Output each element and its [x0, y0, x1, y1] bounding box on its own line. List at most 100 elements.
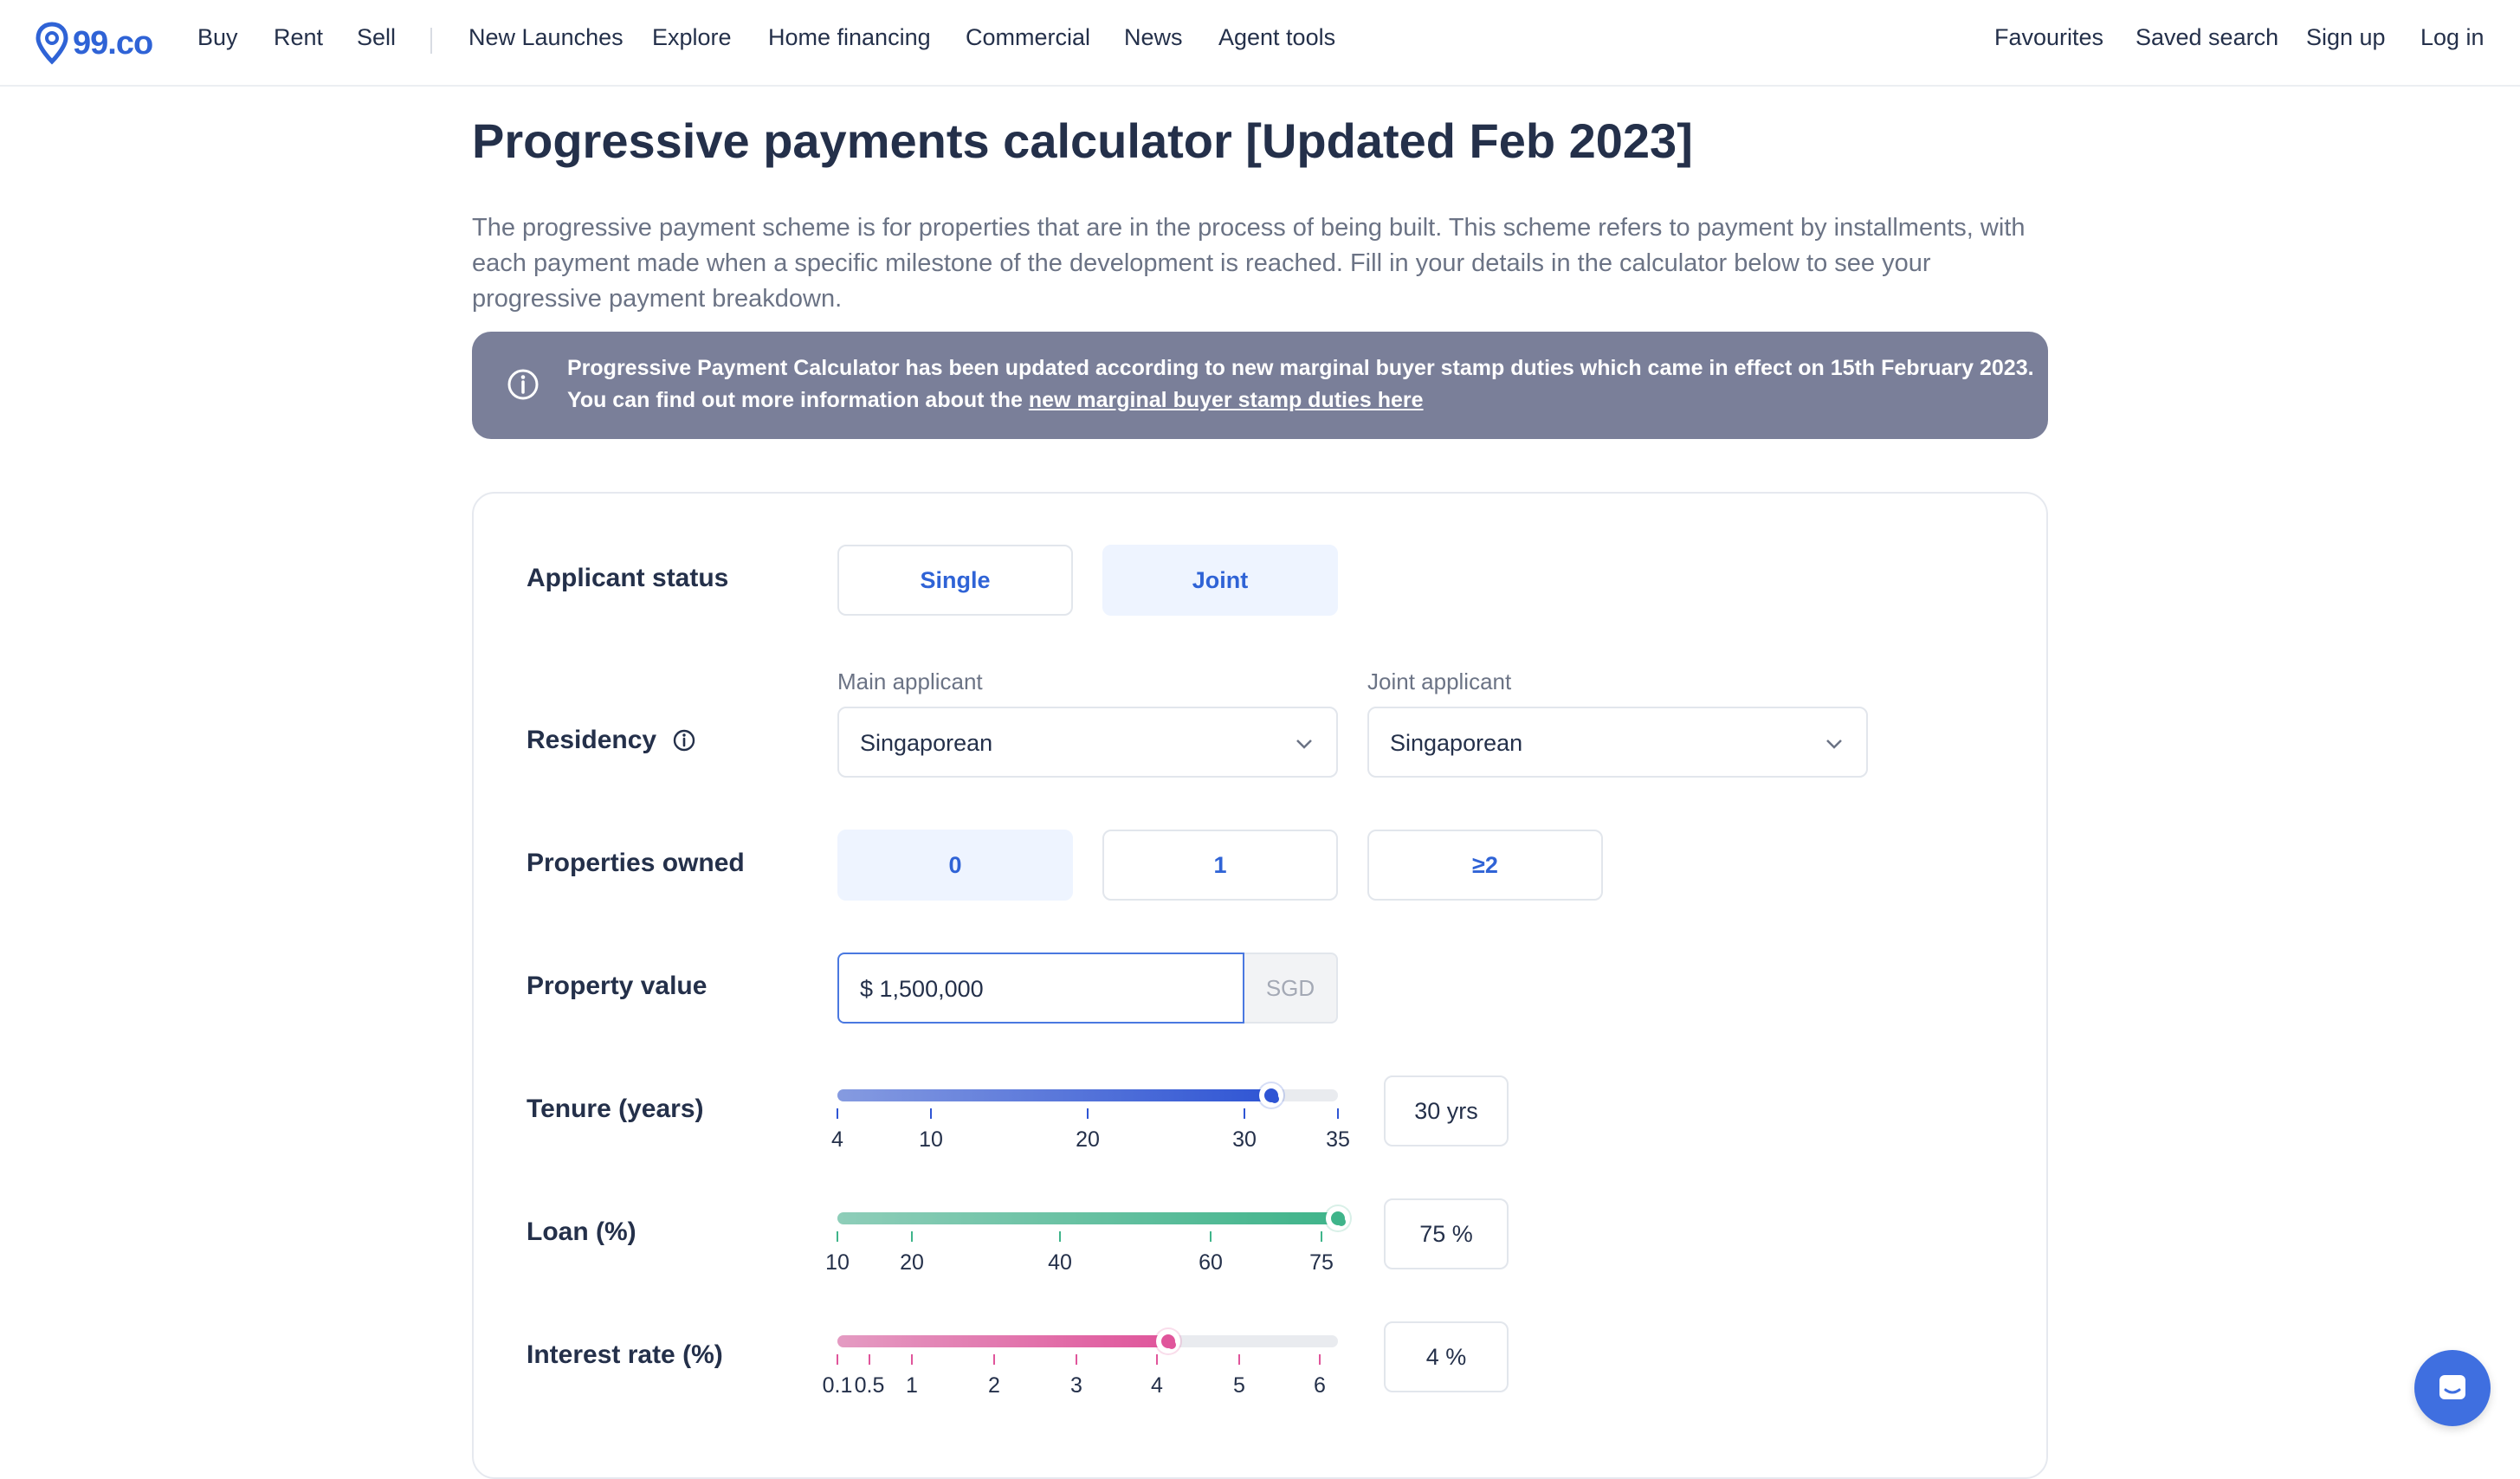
interest-tick-mark [837, 1354, 838, 1365]
tenure-label: Tenure (years) [527, 1095, 704, 1123]
nav-home-financing[interactable]: Home financing [768, 24, 931, 51]
joint-applicant-residency-value: Singaporean [1390, 730, 1523, 756]
main-applicant-residency-select[interactable]: Singaporean [837, 707, 1338, 778]
applicant-joint-option[interactable]: Joint [1102, 545, 1338, 616]
main-applicant-residency-value: Singaporean [860, 730, 993, 756]
interest-tick-mark [1319, 1354, 1321, 1365]
tenure-tick-mark [1087, 1108, 1089, 1119]
info-icon[interactable] [672, 728, 696, 752]
nav-explore[interactable]: Explore [652, 24, 732, 51]
loan-tick-mark [837, 1231, 838, 1242]
loan-tick-mark [1321, 1231, 1322, 1242]
tenure-slider-handle[interactable] [1259, 1083, 1283, 1108]
interest-tick-label: 2 [988, 1373, 1000, 1398]
properties-owned-2plus-option[interactable]: ≥2 [1367, 830, 1603, 901]
page-intro: The progressive payment scheme is for pr… [472, 214, 2026, 313]
loan-label: Loan (%) [527, 1217, 636, 1246]
main-applicant-label: Main applicant [837, 668, 983, 694]
chat-button[interactable] [2414, 1350, 2491, 1426]
nav-saved-search[interactable]: Saved search [2136, 24, 2278, 51]
tenure-tick-label: 35 [1326, 1127, 1350, 1152]
interest-rate-slider[interactable] [837, 1329, 1338, 1353]
tenure-slider[interactable] [837, 1083, 1338, 1108]
nav-agent-tools[interactable]: Agent tools [1218, 24, 1335, 51]
interest-tick-label: 0.1 [822, 1373, 853, 1398]
tenure-tick-mark [1244, 1108, 1245, 1119]
loan-slider-handle[interactable] [1326, 1206, 1350, 1230]
logo-text: 99.co [73, 24, 153, 61]
loan-tick-label: 10 [825, 1250, 850, 1275]
tenure-value-box[interactable]: 30 yrs [1384, 1075, 1509, 1146]
property-value-text: $ 1,500,000 [860, 976, 984, 1002]
notice-line-1: Progressive Payment Calculator has been … [567, 356, 2034, 380]
tenure-tick-label: 10 [919, 1127, 943, 1152]
nav-favourites[interactable]: Favourites [1994, 24, 2103, 51]
nav-divider [430, 28, 432, 54]
loan-tick-mark [911, 1231, 913, 1242]
joint-applicant-residency-select[interactable]: Singaporean [1367, 707, 1868, 778]
interest-tick-label: 5 [1233, 1373, 1245, 1398]
loan-tick-label: 40 [1048, 1250, 1072, 1275]
property-value-input[interactable]: $ 1,500,000 [837, 953, 1244, 1024]
loan-tick-mark [1059, 1231, 1061, 1242]
chevron-down-icon [1296, 740, 1312, 749]
top-navigation: 99.co Buy Rent Sell New Launches Explore… [0, 0, 2520, 87]
nav-news[interactable]: News [1124, 24, 1183, 51]
notice-line-2: You can find out more information about … [567, 384, 2034, 417]
tenure-tick-label: 4 [831, 1127, 843, 1152]
interest-tick-mark [993, 1354, 995, 1365]
loan-tick-label: 20 [900, 1250, 924, 1275]
interest-tick-mark [869, 1354, 870, 1365]
loan-tick-label: 60 [1199, 1250, 1223, 1275]
interest-slider-handle[interactable] [1156, 1329, 1180, 1353]
stamp-duties-link[interactable]: new marginal buyer stamp duties here [1029, 388, 1424, 412]
properties-owned-0-option[interactable]: 0 [837, 830, 1073, 901]
interest-slider-fill [837, 1335, 1168, 1347]
interest-tick-mark [1076, 1354, 1077, 1365]
interest-rate-label: Interest rate (%) [527, 1340, 723, 1369]
interest-tick-label: 6 [1314, 1373, 1326, 1398]
tenure-tick-label: 30 [1232, 1127, 1257, 1152]
nav-rent[interactable]: Rent [274, 24, 323, 51]
tenure-slider-fill [837, 1089, 1271, 1101]
nav-commercial[interactable]: Commercial [966, 24, 1090, 51]
interest-tick-label: 1 [906, 1373, 918, 1398]
properties-owned-1-option[interactable]: 1 [1102, 830, 1338, 901]
interest-tick-label: 4 [1151, 1373, 1163, 1398]
logo[interactable]: 99.co [35, 19, 153, 68]
interest-tick-label: 3 [1070, 1373, 1082, 1398]
currency-unit: SGD [1244, 953, 1338, 1024]
nav-log-in[interactable]: Log in [2420, 24, 2484, 51]
interest-tick-mark [911, 1354, 913, 1365]
interest-tick-label: 0.5 [854, 1373, 885, 1398]
loan-value-box[interactable]: 75 % [1384, 1198, 1509, 1269]
update-notice: Progressive Payment Calculator has been … [472, 332, 2048, 439]
nav-sell[interactable]: Sell [357, 24, 396, 51]
chat-icon [2439, 1375, 2465, 1399]
loan-slider-fill [837, 1212, 1338, 1224]
applicant-status-label: Applicant status [527, 564, 729, 592]
property-value-label: Property value [527, 972, 708, 1000]
nav-sign-up[interactable]: Sign up [2306, 24, 2386, 51]
tenure-tick-mark [930, 1108, 932, 1119]
tenure-tick-label: 20 [1076, 1127, 1100, 1152]
nav-buy[interactable]: Buy [197, 24, 238, 51]
location-pin-logo-icon [36, 22, 68, 65]
joint-applicant-label: Joint applicant [1367, 668, 1512, 694]
interest-tick-mark [1156, 1354, 1158, 1365]
tenure-tick-mark [837, 1108, 838, 1119]
info-icon [507, 369, 539, 400]
page-title: Progressive payments calculator [Updated… [472, 113, 1693, 168]
loan-tick-label: 75 [1309, 1250, 1334, 1275]
interest-rate-value-box[interactable]: 4 % [1384, 1321, 1509, 1392]
applicant-single-option[interactable]: Single [837, 545, 1073, 616]
interest-tick-mark [1238, 1354, 1240, 1365]
chevron-down-icon [1826, 740, 1842, 749]
residency-label-group: Residency [527, 726, 696, 755]
nav-new-launches[interactable]: New Launches [468, 24, 624, 51]
loan-slider[interactable] [837, 1206, 1350, 1230]
properties-owned-label: Properties owned [527, 849, 745, 877]
loan-tick-mark [1210, 1231, 1212, 1242]
notice-text: Progressive Payment Calculator has been … [567, 352, 2034, 417]
notice-line-2-text: You can find out more information about … [567, 388, 1029, 412]
